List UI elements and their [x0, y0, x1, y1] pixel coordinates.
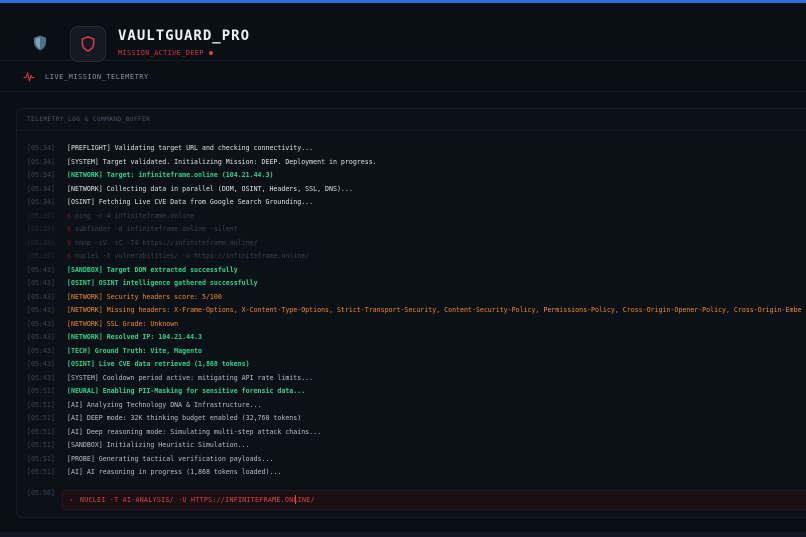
- pulse-icon: [23, 72, 35, 82]
- panel-divider: [16, 130, 806, 131]
- log-line: [05:35] $ nuclei -t vulnerabilities/ -u ht…: [27, 250, 806, 264]
- log-timestamp: [05:35]: [27, 225, 55, 233]
- log-line: [05:51] [NEURAL] Enabling PII-Masking for…: [27, 385, 806, 399]
- log-line: [05:35] $ ping -c 4 infiniteframe.online: [27, 210, 806, 224]
- log-line: [05:34] [NETWORK] Target: infiniteframe.o…: [27, 169, 806, 183]
- log-timestamp: [05:43]: [27, 373, 55, 382]
- log-line: [05:34] [NETWORK] Collecting data in para…: [27, 183, 806, 197]
- log-line: [05:34] [OSINT] Fetching Live CVE Data fr…: [27, 196, 806, 210]
- log-timestamp: [05:51]: [27, 454, 55, 463]
- log-message: [OSINT] OSINT intelligence gathered succ…: [67, 279, 258, 287]
- log-line: [05:43] [NETWORK] Resolved IP: 104.21.44.…: [27, 331, 806, 345]
- log-timestamp: [05:51]: [27, 387, 55, 395]
- log-message: [NETWORK] Collecting data in parallel (D…: [67, 184, 353, 193]
- log-line: [05:43] [OSINT] Live CVE data retrieved (…: [27, 358, 806, 372]
- command-text[interactable]: NUCLEI -T AI-ANALYSIS/ -U HTTPS://INFINI…: [80, 496, 315, 504]
- log-line: [05:51] [AI] AI reasoning in progress (1,…: [27, 466, 806, 480]
- log-message: [OSINT] Fetching Live CVE Data from Goog…: [67, 198, 314, 206]
- shield-icon: [34, 35, 46, 51]
- log-timestamp: [05:43]: [27, 360, 55, 368]
- log-line: [05:43] [NETWORK] Security headers score:…: [27, 291, 806, 305]
- telemetry-section-title: LIVE_MISSION_TELEMETRY: [45, 73, 149, 81]
- bottom-bar: [0, 532, 806, 537]
- log-timestamp: [05:43]: [27, 279, 55, 287]
- prompt-chevron-icon: ›: [69, 496, 74, 504]
- log-message: [OSINT] Live CVE data retrieved (1,868 t…: [67, 360, 250, 368]
- log-timestamp: [05:51]: [27, 427, 55, 436]
- command-timestamp: [05:50]: [27, 489, 55, 497]
- log-message: [SYSTEM] Cooldown period active: mitigat…: [67, 373, 314, 382]
- text-cursor: [295, 495, 296, 504]
- log-message: [SANDBOX] Initializing Heuristic Simulat…: [67, 441, 250, 449]
- log-timestamp: [05:35]: [27, 211, 55, 220]
- shell-prompt-icon: $: [67, 252, 71, 260]
- log-line: [05:43] [TECH] Ground Truth: Vite, Magent…: [27, 345, 806, 359]
- log-message: [AI] AI reasoning in progress (1,868 tok…: [67, 468, 282, 476]
- mission-status: MISSION_ACTIVE_DEEP: [118, 49, 213, 57]
- log-message: [AI] Analyzing Technology DNA & Infrastr…: [67, 400, 262, 409]
- log-timestamp: [05:43]: [27, 346, 55, 355]
- log-message: [SANDBOX] Target DOM extracted successfu…: [67, 265, 238, 274]
- log-line: [05:51] [AI] Analyzing Technology DNA & I…: [27, 399, 806, 413]
- log-message: [PREFLIGHT] Validating target URL and ch…: [67, 144, 314, 152]
- log-timestamp: [05:51]: [27, 468, 55, 476]
- log-message: [NETWORK] Resolved IP: 104.21.44.3: [67, 333, 202, 341]
- log-line: [05:35] $ nmap -sV -sC -T4 https://infinit…: [27, 237, 806, 251]
- log-message: ping -c 4 infiniteframe.online: [74, 211, 195, 220]
- log-timestamp: [05:51]: [27, 414, 55, 422]
- log-message: [AI] DEEP mode: 32K thinking budget enab…: [67, 414, 302, 422]
- log-line: [05:51] [AI] DEEP mode: 32K thinking budg…: [27, 412, 806, 426]
- log-message: [NETWORK] Security headers score: 5/100: [67, 292, 222, 301]
- log-message: nmap -sV -sC -T4 https://infiniteframe.o…: [74, 238, 258, 247]
- log-line: [05:51] [SANDBOX] Initializing Heuristic …: [27, 439, 806, 453]
- log-message: [NETWORK] SSL Grade: Unknown: [67, 319, 179, 328]
- mission-status-label: MISSION_ACTIVE_DEEP: [118, 49, 204, 57]
- log-line: [05:51] [PROBE] Generating tactical verif…: [27, 453, 806, 467]
- log-line: [05:43] [NETWORK] SSL Grade: Unknown: [27, 318, 806, 332]
- log-timestamp: [05:34]: [27, 198, 55, 206]
- shell-prompt-icon: $: [67, 211, 71, 220]
- log-line: [05:43] [SANDBOX] Target DOM extracted su…: [27, 264, 806, 278]
- log-timestamp: [05:51]: [27, 400, 55, 409]
- log-timestamp: [05:43]: [27, 333, 55, 341]
- log-message: [NEURAL] Enabling PII-Masking for sensit…: [67, 387, 306, 395]
- log-line: [05:34] [PREFLIGHT] Validating target URL…: [27, 142, 806, 156]
- log-timestamp: [05:43]: [27, 306, 55, 314]
- status-dot-icon: [208, 51, 213, 55]
- app-logo[interactable]: [70, 26, 106, 62]
- log-timestamp: [05:43]: [27, 292, 55, 301]
- log-message: [NETWORK] Missing headers: X-Frame-Optio…: [67, 306, 802, 314]
- log-timestamp: [05:34]: [27, 157, 55, 166]
- shield-outline-icon: [81, 36, 95, 52]
- log-message: [PROBE] Generating tactical verification…: [67, 454, 274, 463]
- log-timestamp: [05:34]: [27, 171, 55, 179]
- shell-prompt-icon: $: [67, 225, 71, 233]
- log-message: [NETWORK] Target: infiniteframe.online (…: [67, 171, 274, 179]
- telemetry-log[interactable]: [05:34] [PREFLIGHT] Validating target URL…: [27, 142, 806, 480]
- log-message: [SYSTEM] Target validated. Initializing …: [67, 157, 377, 166]
- log-timestamp: [05:43]: [27, 319, 55, 328]
- app-title: VAULTGUARD_PRO: [118, 28, 251, 44]
- log-line: [05:35] $ subfinder -d infiniteframe.onlin…: [27, 223, 806, 237]
- log-line: [05:51] [AI] Deep reasoning mode: Simulat…: [27, 426, 806, 440]
- log-timestamp: [05:43]: [27, 265, 55, 274]
- log-message: [AI] Deep reasoning mode: Simulating mul…: [67, 427, 322, 436]
- log-timestamp: [05:51]: [27, 441, 55, 449]
- log-line: [05:43] [NETWORK] Missing headers: X-Fram…: [27, 304, 806, 318]
- log-line: [05:43] [SYSTEM] Cooldown period active: …: [27, 372, 806, 386]
- shell-prompt-icon: $: [67, 238, 71, 247]
- log-message: nuclei -t vulnerabilities/ -u https://in…: [74, 252, 310, 260]
- log-timestamp: [05:35]: [27, 238, 55, 247]
- panel-title: TELEMETRY_LOG & COMMAND_BUFFER: [27, 116, 151, 123]
- log-line: [05:34] [SYSTEM] Target validated. Initia…: [27, 156, 806, 170]
- log-message: [TECH] Ground Truth: Vite, Magento: [67, 346, 202, 355]
- log-timestamp: [05:34]: [27, 144, 55, 152]
- log-timestamp: [05:34]: [27, 184, 55, 193]
- log-timestamp: [05:35]: [27, 252, 55, 260]
- log-line: [05:43] [OSINT] OSINT intelligence gather…: [27, 277, 806, 291]
- log-message: subfinder -d infiniteframe.online -silen…: [74, 225, 238, 233]
